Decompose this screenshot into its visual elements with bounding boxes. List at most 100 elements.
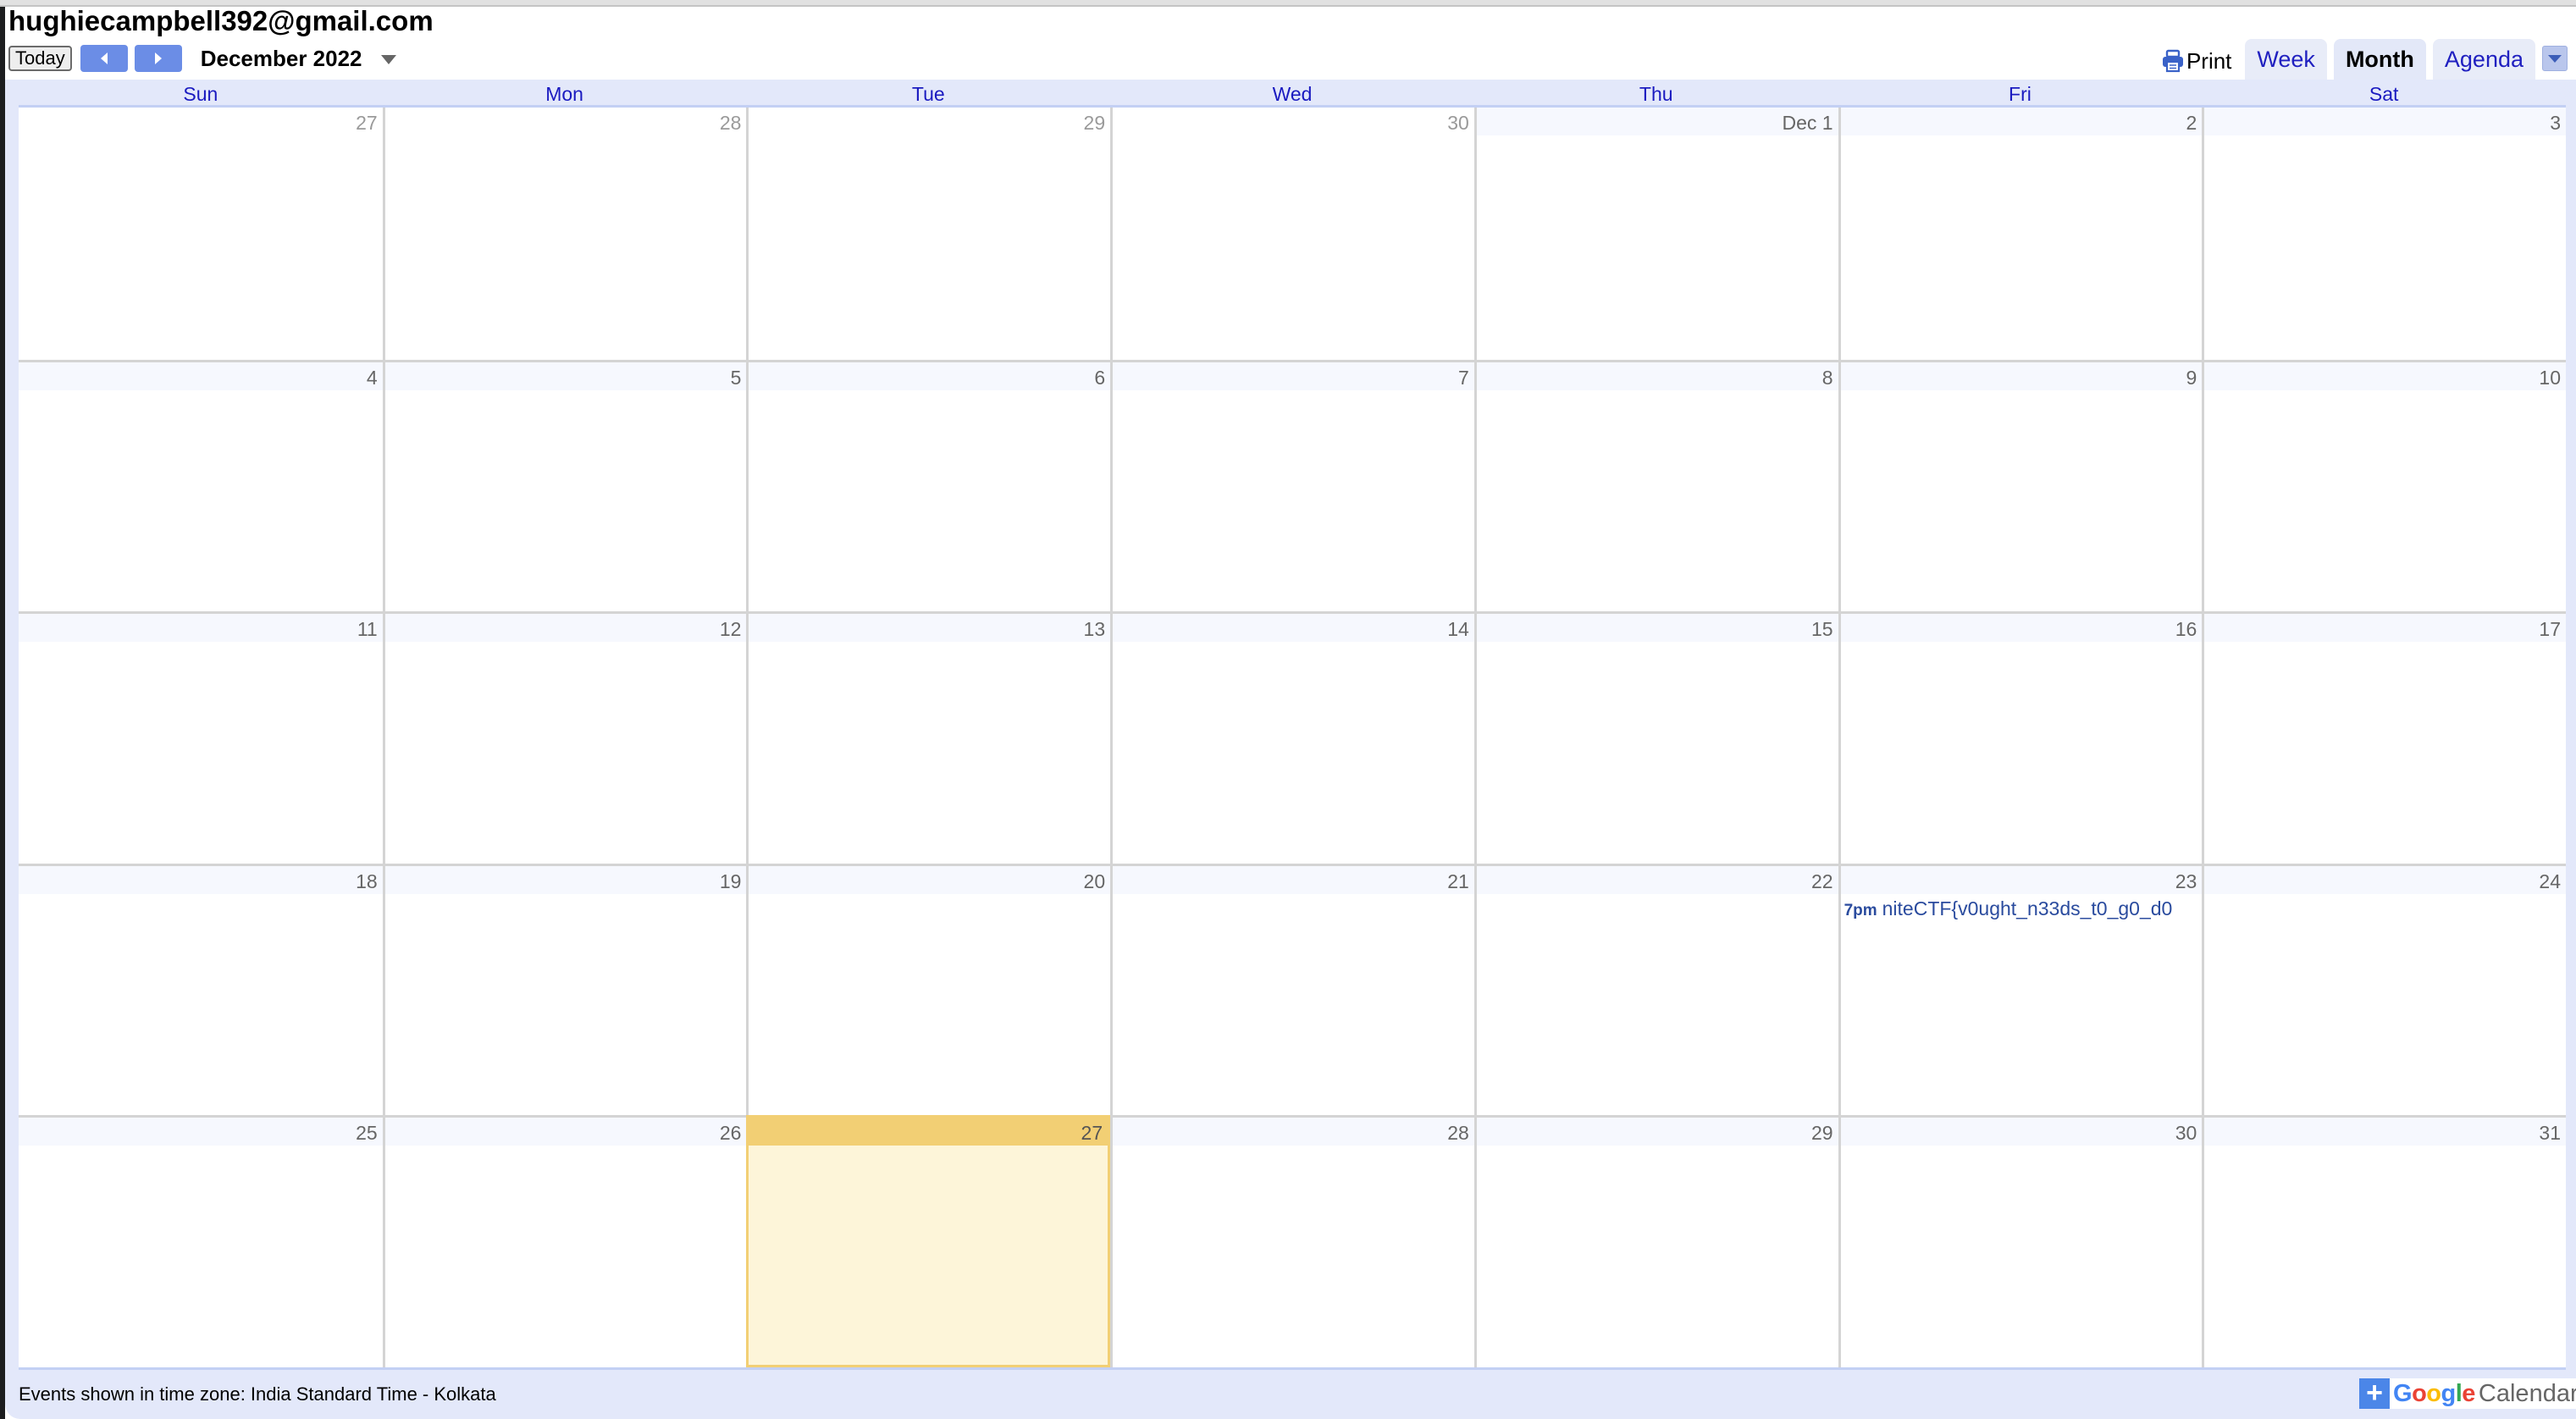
calendar-event[interactable]: 7pm niteCTF{v0ught_n33ds_t0_g0_d0 [1841, 897, 2203, 920]
day-number[interactable]: 8 [1476, 362, 1838, 390]
chevron-right-icon [154, 52, 162, 64]
day-number[interactable]: 20 [749, 865, 1111, 894]
day-cell[interactable]: 24 [2202, 863, 2566, 1116]
day-cell[interactable]: 14 [1110, 611, 1474, 864]
day-number[interactable]: 27 [19, 108, 383, 135]
day-cell[interactable]: 29 [746, 108, 1111, 360]
day-number[interactable]: 24 [2204, 865, 2566, 894]
tab-agenda[interactable]: Agenda [2432, 39, 2535, 80]
day-cell[interactable]: 30 [1110, 108, 1474, 360]
day-number[interactable]: 18 [19, 865, 383, 894]
date-range-label: December 2022 [200, 45, 362, 71]
day-cell[interactable]: 28 [382, 108, 747, 360]
day-number[interactable]: 29 [1476, 1118, 1838, 1146]
day-cell[interactable]: 25 [19, 1115, 383, 1367]
weekday-sun: Sun [183, 83, 218, 105]
day-cell[interactable]: 6 [746, 359, 1111, 612]
day-cell[interactable]: 8 [1473, 359, 1838, 612]
day-number[interactable]: 9 [1840, 362, 2203, 390]
day-cell[interactable]: 17 [2202, 611, 2566, 864]
next-button[interactable] [134, 45, 182, 72]
day-cell[interactable]: 13 [746, 611, 1111, 864]
weekday-fri: Fri [2009, 83, 2032, 105]
day-number[interactable]: 11 [19, 614, 383, 643]
day-number[interactable]: 15 [1476, 614, 1838, 643]
day-cell[interactable]: Dec 1 [1473, 108, 1838, 360]
day-number[interactable]: 12 [384, 614, 747, 643]
day-number[interactable]: 31 [2204, 1118, 2566, 1146]
day-cell[interactable]: 28 [1110, 1115, 1474, 1367]
day-cell[interactable]: 18 [19, 863, 383, 1116]
day-cell[interactable]: 3 [2202, 108, 2566, 360]
day-number[interactable]: 23 [1840, 865, 2203, 894]
day-cell[interactable]: 22 [1473, 863, 1838, 1116]
weekday-mon: Mon [545, 83, 583, 105]
day-cell[interactable]: 5 [382, 359, 747, 612]
day-number[interactable]: 13 [749, 614, 1111, 643]
day-cell[interactable]: 15 [1473, 611, 1838, 864]
day-number[interactable]: 4 [19, 362, 383, 390]
timezone-note: Events shown in time zone: India Standar… [19, 1383, 496, 1405]
day-cell[interactable]: 21 [1110, 863, 1474, 1116]
month-grid: 27 28 29 30 Dec 1 2 3 4 5 6 7 8 9 10 11 12 13 14 15 16 17 18 1… [19, 108, 2566, 1370]
day-cell[interactable]: 9 [1838, 359, 2203, 612]
weekday-header: Sun Mon Tue Wed Thu Fri Sat [19, 80, 2566, 108]
day-number[interactable]: 5 [384, 362, 747, 390]
day-cell[interactable]: 30 [1838, 1115, 2203, 1367]
day-cell-today[interactable]: 27 [746, 1115, 1111, 1367]
day-number[interactable]: 27 [749, 1118, 1108, 1146]
day-cell[interactable]: 23 7pm niteCTF{v0ught_n33ds_t0_g0_d0 [1838, 863, 2203, 1116]
tab-month[interactable]: Month [2333, 39, 2426, 80]
day-cell[interactable]: 10 [2202, 359, 2566, 612]
view-controls: Print Week Month Agenda [2161, 36, 2576, 80]
day-number[interactable]: 3 [2204, 108, 2566, 135]
day-number[interactable]: 2 [1840, 108, 2203, 135]
day-number[interactable]: 7 [1113, 362, 1474, 390]
calendar-owner-title: hughiecampbell392@gmail.com [8, 5, 434, 36]
day-cell[interactable]: 12 [382, 611, 747, 864]
day-cell[interactable]: 16 [1838, 611, 2203, 864]
weekday-tue: Tue [911, 83, 945, 105]
day-cell[interactable]: 20 [746, 863, 1111, 1116]
previous-button[interactable] [80, 45, 128, 72]
day-number[interactable]: 26 [384, 1118, 747, 1146]
day-number[interactable]: 19 [384, 865, 747, 894]
day-number[interactable]: 16 [1840, 614, 2203, 643]
day-number[interactable]: 21 [1113, 865, 1474, 894]
day-cell[interactable]: 4 [19, 359, 383, 612]
day-number[interactable]: 28 [384, 108, 747, 135]
event-time: 7pm [1844, 901, 1877, 919]
day-cell[interactable]: 11 [19, 611, 383, 864]
calendar-wordmark: Calendar [2478, 1379, 2576, 1407]
print-label: Print [2186, 47, 2232, 74]
day-cell[interactable]: 27 [19, 108, 383, 360]
date-picker-dropdown-icon[interactable] [380, 54, 396, 64]
day-cell[interactable]: 2 [1838, 108, 2203, 360]
day-cell[interactable]: 31 [2202, 1115, 2566, 1367]
day-number[interactable]: 22 [1476, 865, 1838, 894]
day-cell[interactable]: 19 [382, 863, 747, 1116]
tab-week[interactable]: Week [2245, 39, 2327, 80]
google-logo: Google [2393, 1379, 2475, 1407]
day-number[interactable]: Dec 1 [1476, 108, 1838, 135]
day-number[interactable]: 30 [1840, 1118, 2203, 1146]
day-number[interactable]: 6 [749, 362, 1111, 390]
today-button[interactable]: Today [8, 46, 72, 71]
weekday-wed: Wed [1272, 83, 1313, 105]
day-number[interactable]: 28 [1113, 1118, 1474, 1146]
day-cell[interactable]: 7 [1110, 359, 1474, 612]
navigation-toolbar: Today December 2022 [8, 44, 396, 73]
print-button[interactable]: Print [2161, 42, 2231, 80]
day-number[interactable]: 30 [1113, 108, 1474, 135]
view-options-dropdown[interactable] [2542, 46, 2568, 71]
weekday-thu: Thu [1639, 83, 1673, 105]
plus-icon: + [2359, 1378, 2390, 1409]
day-number[interactable]: 17 [2204, 614, 2566, 643]
day-number[interactable]: 29 [749, 108, 1111, 135]
day-number[interactable]: 10 [2204, 362, 2566, 390]
day-number[interactable]: 25 [19, 1118, 383, 1146]
day-cell[interactable]: 26 [382, 1115, 747, 1367]
day-cell[interactable]: 29 [1473, 1115, 1838, 1367]
day-number[interactable]: 14 [1113, 614, 1474, 643]
add-to-google-calendar-button[interactable]: + Google Calendar [2359, 1378, 2576, 1409]
